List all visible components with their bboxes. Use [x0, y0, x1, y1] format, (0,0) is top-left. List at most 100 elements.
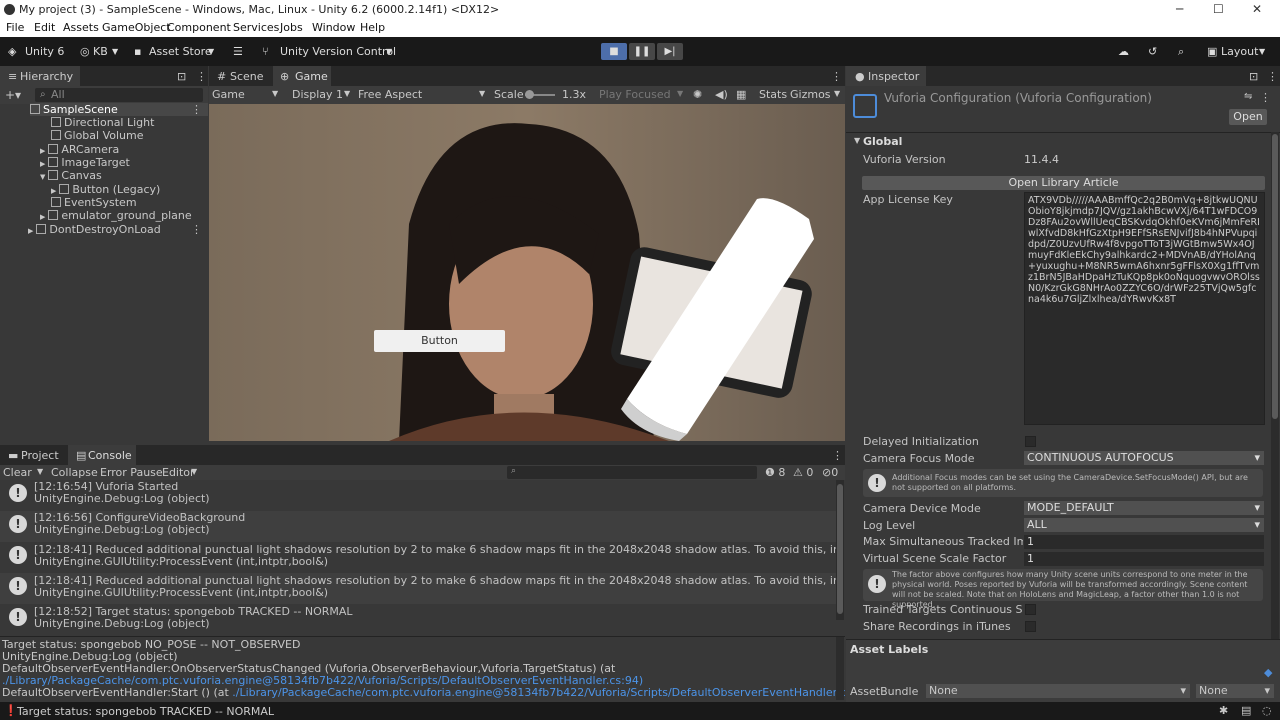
detail-scrollbar[interactable]: [836, 637, 844, 700]
assetbundle-variant-dropdown[interactable]: None ▾: [1196, 684, 1274, 698]
add-icon[interactable]: +▾: [5, 88, 21, 102]
hierarchy-search-input[interactable]: All: [35, 88, 203, 102]
more-icon[interactable]: ⋮: [1267, 70, 1278, 83]
menu-file[interactable]: File: [6, 21, 24, 34]
scrollbar-thumb[interactable]: [1272, 134, 1278, 419]
hierarchy-item-canvas[interactable]: ▼ Canvas: [40, 169, 102, 182]
more-icon[interactable]: ⋮: [1260, 91, 1271, 104]
more-icon[interactable]: ⋮: [831, 70, 842, 83]
detail-link[interactable]: ./Library/PackageCache/com.ptc.vuforia.e…: [232, 686, 845, 699]
menu-window[interactable]: Window: [312, 21, 355, 34]
hierarchy-item-imagetarget[interactable]: ▶ ImageTarget: [40, 156, 130, 169]
menu-edit[interactable]: Edit: [34, 21, 55, 34]
hierarchy-item-emulator-ground-plane[interactable]: ▶ emulator_ground_plane: [40, 209, 192, 222]
hierarchy-item-button-legacy[interactable]: ▶ Button (Legacy): [51, 183, 160, 196]
delayed-init-checkbox[interactable]: [1025, 436, 1036, 447]
inspector-scrollbar[interactable]: [1271, 132, 1279, 702]
console-entry[interactable]: ! [12:18:41] Reduced additional punctual …: [0, 542, 840, 573]
max-tracked-field[interactable]: 1: [1024, 535, 1264, 549]
display-dropdown[interactable]: Display 1: [292, 88, 343, 101]
editor-dropdown[interactable]: Editor: [162, 466, 195, 479]
play-button[interactable]: ■: [601, 43, 627, 60]
share-recordings-checkbox[interactable]: [1025, 621, 1036, 632]
expand-icon[interactable]: ▶: [28, 227, 33, 235]
scrollbar-thumb[interactable]: [837, 484, 843, 614]
camera-focus-mode-dropdown[interactable]: CONTINUOUS AUTOFOCUS: [1024, 451, 1264, 465]
menu-gameobject[interactable]: GameObject: [102, 21, 171, 34]
close-button[interactable]: ✕: [1252, 2, 1262, 16]
error-count[interactable]: ⊘0: [822, 466, 838, 479]
hierarchy-item-eventsystem[interactable]: EventSystem: [51, 196, 137, 209]
unity-version-button[interactable]: Unity 6: [25, 45, 64, 58]
lock-icon[interactable]: ⊡: [177, 70, 186, 83]
maximize-button[interactable]: ☐: [1213, 2, 1224, 16]
bug-icon[interactable]: ▤: [1241, 704, 1251, 717]
menu-component[interactable]: Component: [167, 21, 231, 34]
trained-targets-checkbox[interactable]: [1025, 604, 1036, 615]
collapse-button[interactable]: Collapse: [51, 466, 98, 479]
error-pause-button[interactable]: Error Pause: [100, 466, 163, 479]
collapse-icon[interactable]: ▼: [40, 173, 45, 181]
menu-assets[interactable]: Assets: [63, 21, 99, 34]
scene-scale-field[interactable]: 1: [1024, 552, 1264, 566]
section-global[interactable]: Global: [863, 135, 902, 148]
progress-icon[interactable]: ◌: [1262, 704, 1272, 717]
pause-button[interactable]: ❚❚: [629, 43, 655, 60]
assetbundle-dropdown[interactable]: None ▾: [926, 684, 1190, 698]
menu-services[interactable]: Services: [233, 21, 279, 34]
menu-lines-icon[interactable]: ☰: [233, 45, 243, 58]
open-library-article-button[interactable]: Open Library Article: [862, 176, 1265, 190]
expand-icon[interactable]: ▶: [51, 187, 56, 195]
step-button[interactable]: ▶|: [657, 43, 683, 60]
tab-scene[interactable]: Scene: [230, 70, 264, 83]
gizmos-button[interactable]: Gizmos: [790, 88, 831, 101]
camera-device-mode-dropdown[interactable]: MODE_DEFAULT: [1024, 501, 1264, 515]
cloud-icon[interactable]: ☁: [1118, 45, 1129, 58]
log-count[interactable]: ❶ 8: [765, 466, 785, 479]
more-icon[interactable]: ⋮: [196, 70, 207, 83]
tag-icon[interactable]: ◆: [1264, 666, 1272, 679]
search-icon[interactable]: ⌕: [1178, 45, 1184, 59]
clear-button[interactable]: Clear: [3, 466, 32, 479]
hierarchy-item-directional-light[interactable]: Directional Light: [51, 116, 154, 129]
expand-icon[interactable]: ▶: [40, 160, 45, 168]
bug-icon[interactable]: ✺: [693, 88, 702, 101]
tab-project[interactable]: Project: [21, 449, 59, 462]
version-control-button[interactable]: Unity Version Control: [280, 45, 396, 58]
more-icon[interactable]: ⋮: [832, 449, 843, 462]
log-level-dropdown[interactable]: ALL: [1024, 518, 1264, 532]
game-ui-button[interactable]: Button: [374, 330, 505, 352]
asset-store-button[interactable]: Asset Store: [149, 45, 212, 58]
console-entry[interactable]: ! [12:18:52] Target status: spongebob TRA…: [0, 604, 840, 635]
keyboard-icon[interactable]: ▦: [736, 88, 746, 101]
expand-icon[interactable]: ▶: [40, 147, 45, 155]
open-button[interactable]: Open: [1229, 109, 1267, 125]
hierarchy-item-dontdestroyonload[interactable]: ▶ DontDestroyOnLoad ⋮: [28, 223, 208, 236]
history-icon[interactable]: ↺: [1148, 45, 1157, 58]
minimize-button[interactable]: ─: [1176, 2, 1183, 16]
menu-help[interactable]: Help: [360, 21, 385, 34]
status-message[interactable]: Target status: spongebob TRACKED -- NORM…: [17, 705, 274, 718]
hierarchy-item-samplescene[interactable]: SampleScene ⋮: [30, 103, 208, 116]
scale-slider-handle[interactable]: [525, 90, 534, 99]
app-license-key-field[interactable]: ATX9VDb/////AAABmffQc2q2B0mVq+8jtkwUQNUO…: [1024, 192, 1265, 425]
more-icon[interactable]: ⋮: [191, 103, 202, 116]
game-mode-dropdown[interactable]: Game: [212, 88, 245, 101]
console-entry[interactable]: ! [12:16:56] ConfigureVideoBackground Unit…: [0, 511, 840, 542]
lock-icon[interactable]: ⊡: [1249, 70, 1258, 83]
hierarchy-item-global-volume[interactable]: Global Volume: [51, 129, 144, 142]
collapse-icon[interactable]: ▼: [854, 136, 860, 145]
layout-dropdown[interactable]: Layout: [1221, 45, 1258, 58]
stats-button[interactable]: Stats: [759, 88, 787, 101]
play-focused-dropdown[interactable]: Play Focused: [599, 88, 671, 101]
console-scrollbar[interactable]: [836, 480, 844, 620]
aspect-dropdown[interactable]: Free Aspect: [358, 88, 422, 101]
settings-icon[interactable]: ⇋: [1244, 91, 1252, 102]
account-dropdown[interactable]: KB: [93, 45, 108, 58]
sync-icon[interactable]: ✱: [1219, 704, 1228, 717]
menu-jobs[interactable]: Jobs: [280, 21, 303, 34]
hierarchy-item-arcamera[interactable]: ▶ ARCamera: [40, 143, 119, 156]
more-icon[interactable]: ⋮: [191, 223, 202, 236]
console-entry[interactable]: ! [12:18:41] Reduced additional punctual …: [0, 573, 840, 604]
game-view[interactable]: Button: [209, 104, 845, 441]
